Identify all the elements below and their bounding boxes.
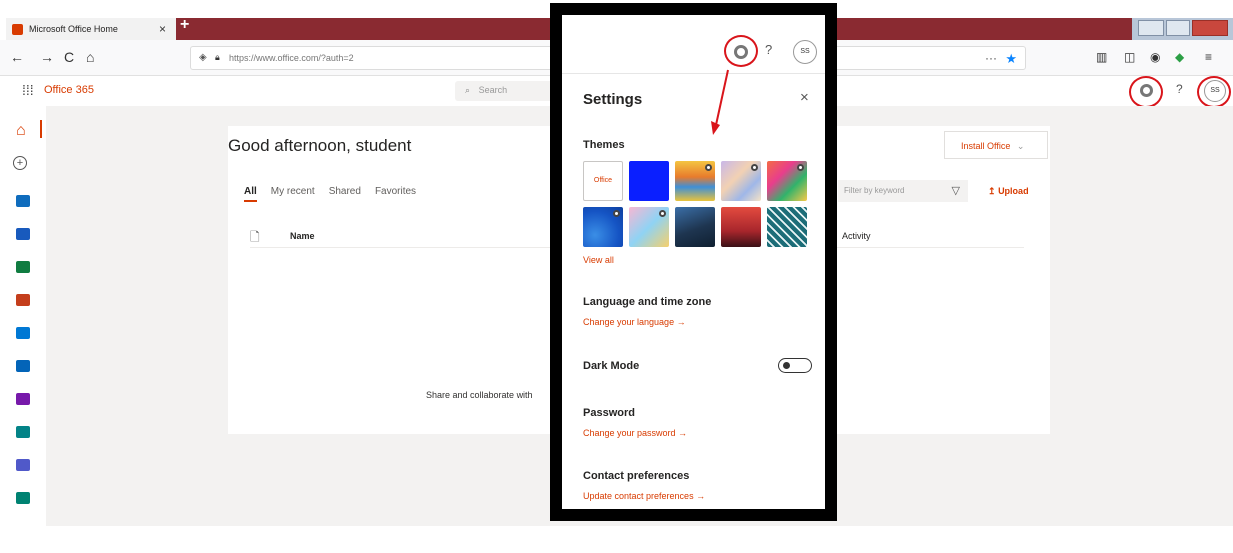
theme-colorful[interactable] — [767, 161, 807, 201]
lock-icon[interactable]: 🔒︎ — [215, 52, 220, 63]
empty-state-message: Share and collaborate with — [426, 390, 533, 400]
sway-app-icon[interactable] — [16, 492, 30, 504]
document-tabs: All My recent Shared Favorites — [244, 186, 416, 202]
theme-circuit[interactable] — [767, 207, 807, 247]
help-button[interactable]: ? — [1176, 82, 1183, 96]
upload-button[interactable]: ↥ Upload — [988, 186, 1029, 197]
app-launcher-icon[interactable]: ⁞⁞⁞ — [22, 82, 34, 98]
account-avatar[interactable]: SS — [793, 40, 817, 64]
dark-mode-heading: Dark Mode — [583, 360, 640, 372]
onedrive-app-icon[interactable] — [16, 360, 30, 372]
theme-badge-icon — [659, 210, 666, 217]
office-brand[interactable]: Office 365 — [44, 84, 94, 96]
onenote-app-icon[interactable] — [16, 393, 30, 405]
tab-my-recent[interactable]: My recent — [271, 186, 315, 202]
teams-app-icon[interactable] — [16, 459, 30, 471]
file-type-icon[interactable]: 🗋︎ — [250, 228, 260, 249]
theme-badge-icon — [751, 164, 758, 171]
browser-tab[interactable]: Microsoft Office Home × — [6, 18, 176, 40]
active-indicator — [40, 120, 42, 138]
browser-tab-title: Microsoft Office Home — [29, 24, 118, 34]
tab-favorites[interactable]: Favorites — [375, 186, 416, 202]
annotation-circle — [724, 35, 758, 67]
theme-red-landscape[interactable] — [721, 207, 761, 247]
window-controls — [1132, 18, 1233, 40]
install-office-button[interactable]: Install Office ⌄ — [944, 131, 1048, 159]
theme-badge-icon — [613, 210, 620, 217]
browser-menu-icon[interactable]: ≡ — [1205, 50, 1212, 64]
home-icon[interactable]: ⌂ — [16, 122, 26, 140]
theme-mountains[interactable] — [675, 207, 715, 247]
library-icon[interactable]: ▥ — [1096, 50, 1107, 64]
maximize-button[interactable] — [1166, 20, 1190, 36]
back-button[interactable]: ← — [10, 49, 24, 65]
contact-heading: Contact preferences — [583, 470, 690, 482]
settings-title: Settings — [583, 91, 643, 108]
powerpoint-app-icon[interactable] — [16, 294, 30, 306]
help-button[interactable]: ? — [765, 42, 772, 57]
settings-panel: ? SS Settings × Themes Office View all L… — [550, 3, 837, 521]
chevron-down-icon: ⌄ — [1016, 141, 1025, 151]
forward-button[interactable]: → — [40, 49, 54, 65]
change-language-link[interactable]: Change your language → — [583, 317, 686, 327]
toggle-knob — [783, 362, 790, 369]
page-actions-button[interactable]: ··· — [985, 51, 997, 65]
new-tab-button[interactable]: + — [180, 16, 189, 34]
column-activity[interactable]: Activity — [842, 231, 871, 241]
extension-icon[interactable]: ◉ — [1150, 50, 1160, 64]
theme-badge-icon — [705, 164, 712, 171]
outlook-app-icon[interactable] — [16, 195, 30, 207]
theme-office[interactable]: Office — [583, 161, 623, 201]
search-placeholder: Search — [478, 85, 508, 95]
theme-blue-dots[interactable] — [583, 207, 623, 247]
annotation-circle — [1197, 76, 1231, 108]
filter-placeholder: Filter by keyword — [844, 186, 905, 195]
contact-preferences-link[interactable]: Update contact preferences → — [583, 491, 705, 501]
language-heading: Language and time zone — [583, 296, 712, 308]
reload-button[interactable]: C — [64, 49, 74, 65]
filter-funnel-icon[interactable]: ▽ — [952, 184, 960, 197]
bookmark-star-icon[interactable]: ★ — [1005, 51, 1017, 67]
tab-close-icon[interactable]: × — [159, 22, 166, 36]
upload-label: Upload — [998, 186, 1029, 196]
sharepoint-app-icon[interactable] — [16, 426, 30, 438]
theme-pastel[interactable] — [721, 161, 761, 201]
filter-input[interactable]: Filter by keyword ▽ — [838, 180, 968, 202]
theme-blue[interactable] — [629, 161, 669, 201]
install-office-label: Install Office — [961, 141, 1011, 151]
annotation-circle — [1129, 76, 1163, 108]
word-app-icon[interactable] — [16, 228, 30, 240]
sidebar-icon[interactable]: ◫ — [1124, 50, 1135, 64]
tracking-shield-icon[interactable]: ◈ — [199, 52, 207, 63]
column-name[interactable]: Name — [290, 231, 315, 241]
greeting-heading: Good afternoon, student — [228, 136, 412, 155]
theme-doodles[interactable] — [629, 207, 669, 247]
home-button[interactable]: ⌂ — [86, 49, 94, 65]
panel-divider — [562, 73, 825, 74]
tab-shared[interactable]: Shared — [329, 186, 361, 202]
tab-all[interactable]: All — [244, 186, 257, 202]
theme-badge-icon — [797, 164, 804, 171]
annotation-arrow — [711, 69, 729, 135]
password-heading: Password — [583, 407, 635, 419]
theme-sunset-stripes[interactable] — [675, 161, 715, 201]
excel-app-icon[interactable] — [16, 261, 30, 273]
dark-mode-toggle[interactable] — [778, 358, 812, 373]
outlook-mail-app-icon[interactable] — [16, 327, 30, 339]
app-rail: ⌂ + — [0, 106, 46, 526]
minimize-button[interactable] — [1138, 20, 1164, 36]
addon-icon[interactable]: ◆ — [1175, 50, 1184, 64]
themes-heading: Themes — [583, 139, 625, 151]
upload-icon: ↥ — [988, 186, 996, 196]
create-icon[interactable]: + — [13, 156, 27, 170]
change-password-link[interactable]: Change your password → — [583, 428, 687, 438]
office-favicon-icon — [12, 23, 23, 35]
window-close-button[interactable] — [1192, 20, 1228, 36]
view-all-themes-link[interactable]: View all — [583, 255, 614, 265]
search-icon: ⌕ — [465, 85, 471, 95]
url-text[interactable]: https://www.office.com/?auth=2 — [229, 53, 354, 63]
close-icon[interactable]: × — [800, 89, 809, 106]
